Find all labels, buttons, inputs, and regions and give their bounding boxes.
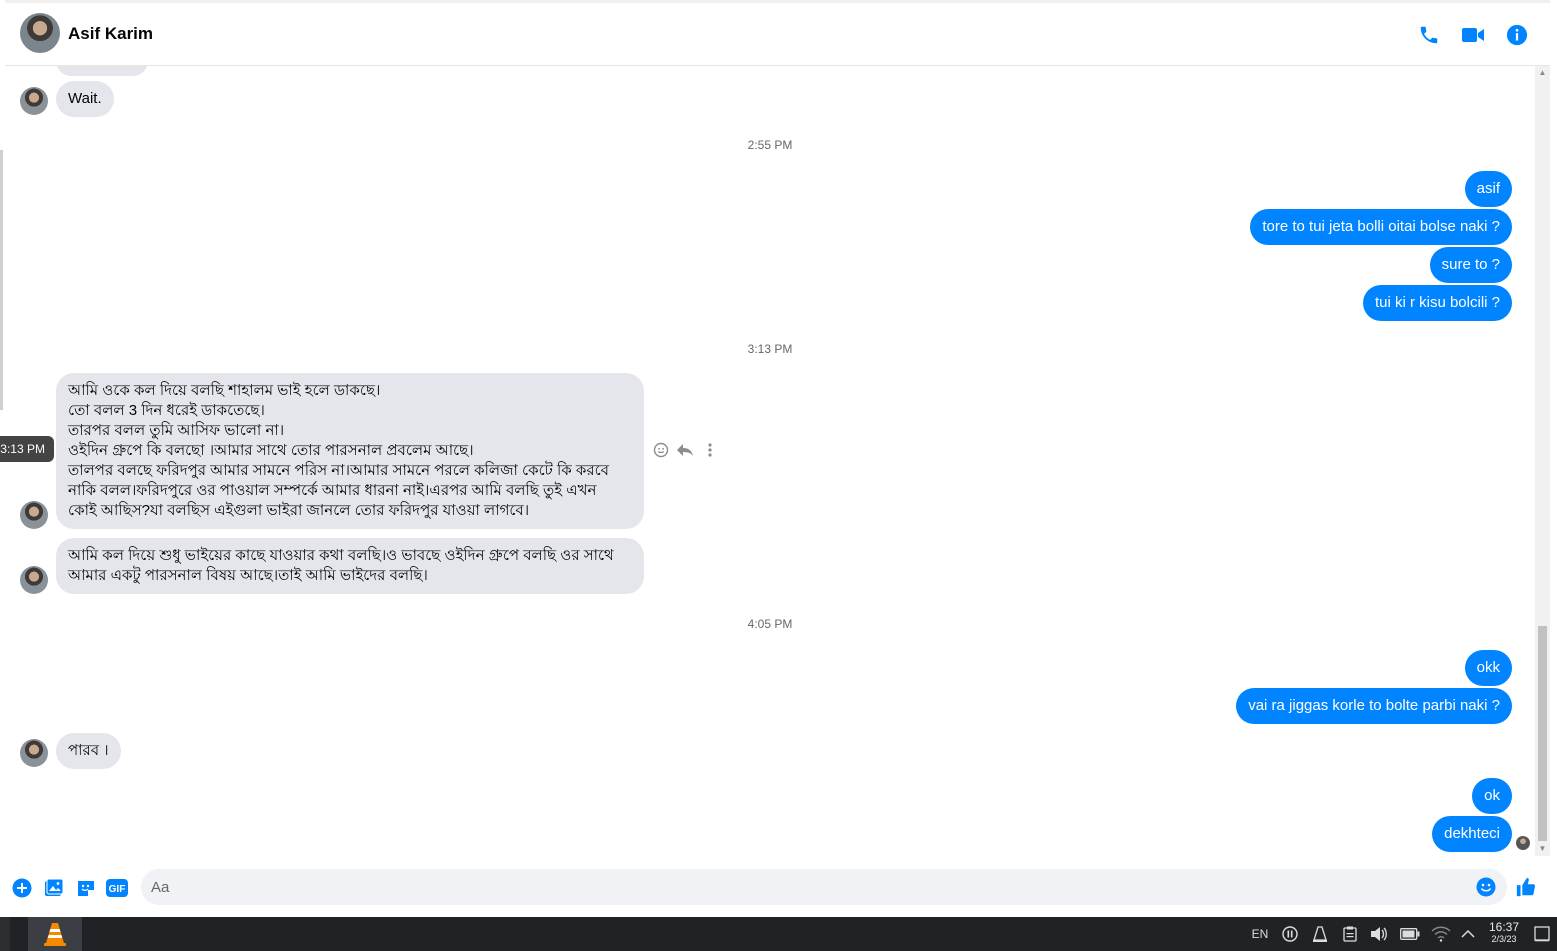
gif-icon[interactable]: GIF xyxy=(106,877,128,899)
message-bubble-outgoing[interactable]: asif xyxy=(1464,171,1512,207)
sender-avatar[interactable] xyxy=(20,501,48,529)
message-thread[interactable]: Wait. 2:55 PM asif tore to tui jeta boll… xyxy=(5,66,1535,868)
timestamp-divider: 2:55 PM xyxy=(747,138,793,152)
scrollbar-thumb[interactable] xyxy=(1538,626,1547,841)
chevron-up-icon[interactable] xyxy=(1458,917,1478,951)
vlc-taskbar-button[interactable] xyxy=(28,917,82,951)
message-bubble-outgoing[interactable]: sure to ? xyxy=(1429,247,1512,283)
start-area[interactable] xyxy=(0,917,10,951)
react-icon[interactable] xyxy=(653,442,669,463)
message-bubble-outgoing[interactable]: tore to tui jeta bolli oitai bolse naki … xyxy=(1250,209,1512,245)
message-bubble-outgoing[interactable]: vai ra jiggas korle to bolte parbi naki … xyxy=(1236,688,1512,724)
clipboard-icon[interactable] xyxy=(1340,917,1360,951)
messenger-window: Asif Karim Wait. 2:55 PM asif tore to tu… xyxy=(0,0,1557,951)
info-icon[interactable] xyxy=(1503,21,1531,49)
message-composer: GIF xyxy=(5,868,1550,908)
message-bubble-incoming[interactable]: আমি ওকে কল দিয়ে বলছি শাহালম ভাই হলে ডাক… xyxy=(56,373,644,529)
conversation-header: Asif Karim xyxy=(5,0,1550,66)
timestamp-divider: 3:13 PM xyxy=(747,342,793,356)
vlc-cone-icon xyxy=(44,923,66,946)
video-icon[interactable] xyxy=(1459,21,1487,49)
window-edge xyxy=(0,150,3,410)
seen-indicator-avatar xyxy=(1516,836,1530,850)
clock-time: 16:37 xyxy=(1488,920,1520,934)
message-input[interactable] xyxy=(151,869,1461,905)
contact-name[interactable]: Asif Karim xyxy=(68,24,153,44)
message-bubble-incoming[interactable]: পারব । xyxy=(56,733,121,769)
message-actions xyxy=(653,442,713,463)
emoji-icon[interactable] xyxy=(1475,876,1497,898)
language-indicator[interactable]: EN xyxy=(1248,917,1272,951)
clock-date: 2/3/23 xyxy=(1491,934,1517,944)
message-bubble-outgoing[interactable]: ok xyxy=(1472,778,1512,814)
sticker-icon[interactable] xyxy=(75,877,97,899)
message-bubble-outgoing[interactable]: dekhteci xyxy=(1432,816,1512,852)
sender-avatar[interactable] xyxy=(20,87,48,115)
reply-icon[interactable] xyxy=(675,442,695,463)
timestamp-divider: 4:05 PM xyxy=(747,617,793,631)
battery-icon[interactable] xyxy=(1398,917,1422,951)
scroll-down-arrow-icon[interactable]: ▼ xyxy=(1538,844,1547,853)
message-bubble-outgoing[interactable]: okk xyxy=(1464,650,1512,686)
message-bubble-incoming[interactable]: Wait. xyxy=(56,81,114,117)
message-input-wrapper xyxy=(141,869,1507,905)
phone-icon[interactable] xyxy=(1415,21,1443,49)
contact-avatar[interactable] xyxy=(20,13,60,53)
pause-icon[interactable] xyxy=(1280,917,1300,951)
vlc-tray-icon[interactable] xyxy=(1310,917,1330,951)
message-bubble-outgoing[interactable]: tui ki r kisu bolcili ? xyxy=(1362,285,1512,321)
scroll-up-arrow-icon[interactable]: ▲ xyxy=(1538,68,1547,77)
taskbar-clock[interactable]: 16:37 2/3/23 xyxy=(1484,921,1524,945)
volume-icon[interactable] xyxy=(1368,917,1390,951)
timestamp-tooltip: 3:13 PM xyxy=(0,436,54,462)
message-bubble-incoming[interactable]: আমি কল দিয়ে শুধু ভাইয়ের কাছে যাওয়ার ক… xyxy=(56,538,644,594)
gif-label: GIF xyxy=(109,884,126,895)
like-icon[interactable] xyxy=(1515,876,1537,898)
thread-scrollbar[interactable]: ▲ ▼ xyxy=(1535,66,1550,856)
more-options-icon[interactable] xyxy=(707,442,713,463)
sender-avatar[interactable] xyxy=(20,739,48,767)
message-bubble-partial[interactable] xyxy=(56,66,148,76)
add-icon[interactable] xyxy=(11,877,33,899)
wifi-icon[interactable] xyxy=(1430,917,1452,951)
sender-avatar[interactable] xyxy=(20,566,48,594)
photo-icon[interactable] xyxy=(43,877,65,899)
system-taskbar: EN 16:37 2/3/23 xyxy=(0,917,1557,951)
notification-center-icon[interactable] xyxy=(1530,917,1554,951)
